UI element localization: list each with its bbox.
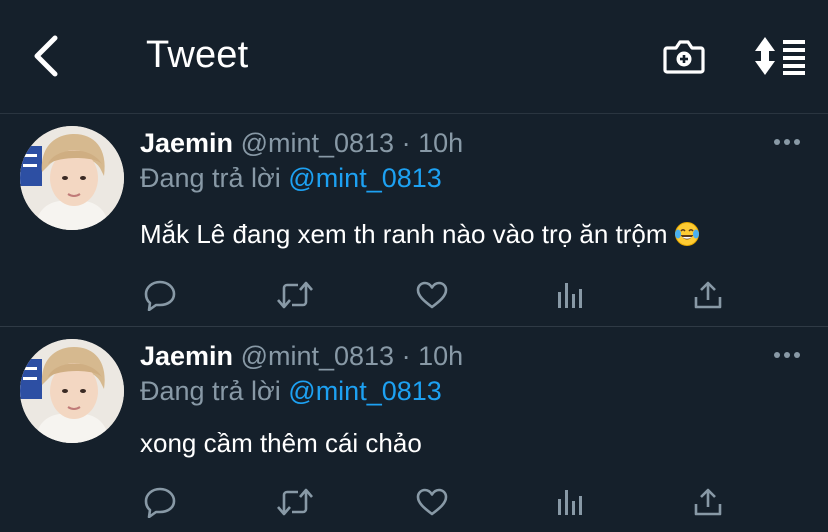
more-icon	[774, 352, 800, 358]
stats-button[interactable]	[550, 275, 590, 315]
tweet-body: Mắk Lê đang xem th ranh nào vào trọ ăn t…	[140, 219, 668, 249]
tweet-actions	[140, 482, 740, 522]
camera-button[interactable]	[660, 34, 708, 80]
tweet-header: Jaemin @mint_0813 · 10h	[140, 339, 463, 373]
display-name[interactable]: Jaemin	[140, 341, 233, 371]
timestamp[interactable]: 10h	[418, 128, 463, 158]
reply-prefix: Đang trả lời	[140, 163, 281, 193]
separator-dot: ·	[401, 128, 411, 158]
tweet-actions	[140, 275, 740, 315]
reply-mention[interactable]: @mint_0813	[288, 376, 442, 406]
stats-button[interactable]	[550, 482, 590, 522]
avatar[interactable]	[20, 339, 124, 443]
reply-context: Đang trả lời @mint_0813	[140, 161, 442, 195]
tweet-body: xong cầm thêm cái chảo	[140, 428, 422, 458]
chevron-left-icon	[34, 35, 58, 77]
like-button[interactable]	[412, 482, 452, 522]
retweet-icon	[277, 281, 313, 309]
share-icon	[694, 281, 722, 309]
more-options-button[interactable]	[770, 345, 804, 365]
sort-button[interactable]	[752, 34, 808, 78]
like-icon	[416, 281, 448, 309]
tweet-header: Jaemin @mint_0813 · 10h	[140, 126, 463, 160]
reply-button[interactable]	[140, 275, 180, 315]
tweet-text: Mắk Lê đang xem th ranh nào vào trọ ăn t…	[140, 217, 700, 251]
stats-icon	[558, 490, 582, 515]
more-options-button[interactable]	[770, 132, 804, 152]
like-button[interactable]	[412, 275, 452, 315]
reply-icon	[144, 487, 176, 518]
retweet-icon	[277, 488, 313, 516]
reply-button[interactable]	[140, 482, 180, 522]
share-button[interactable]	[688, 482, 728, 522]
top-bar: Tweet	[0, 0, 828, 114]
reply-context: Đang trả lời @mint_0813	[140, 374, 442, 408]
stats-icon	[558, 283, 582, 308]
avatar-image	[20, 126, 124, 230]
back-button[interactable]	[22, 32, 70, 80]
reply-icon	[144, 280, 176, 311]
separator-dot: ·	[401, 341, 411, 371]
avatar[interactable]	[20, 126, 124, 230]
avatar-image	[20, 339, 124, 443]
timestamp[interactable]: 10h	[418, 341, 463, 371]
user-handle[interactable]: @mint_0813	[241, 341, 395, 371]
sort-icon	[755, 37, 805, 75]
share-icon	[694, 488, 722, 516]
more-icon	[774, 139, 800, 145]
tweet[interactable]: Jaemin @mint_0813 · 10h Đang trả lời @mi…	[0, 114, 828, 327]
reply-prefix: Đang trả lời	[140, 376, 281, 406]
display-name[interactable]: Jaemin	[140, 128, 233, 158]
camera-add-icon	[663, 40, 705, 74]
page-title: Tweet	[146, 34, 249, 76]
tweet-text: xong cầm thêm cái chảo	[140, 426, 422, 460]
user-handle[interactable]: @mint_0813	[241, 128, 395, 158]
retweet-button[interactable]	[275, 482, 315, 522]
face-with-tears-of-joy-icon	[674, 222, 699, 246]
retweet-button[interactable]	[275, 275, 315, 315]
tweet[interactable]: Jaemin @mint_0813 · 10h Đang trả lời @mi…	[0, 327, 828, 532]
like-icon	[416, 488, 448, 516]
reply-mention[interactable]: @mint_0813	[288, 163, 442, 193]
share-button[interactable]	[688, 275, 728, 315]
